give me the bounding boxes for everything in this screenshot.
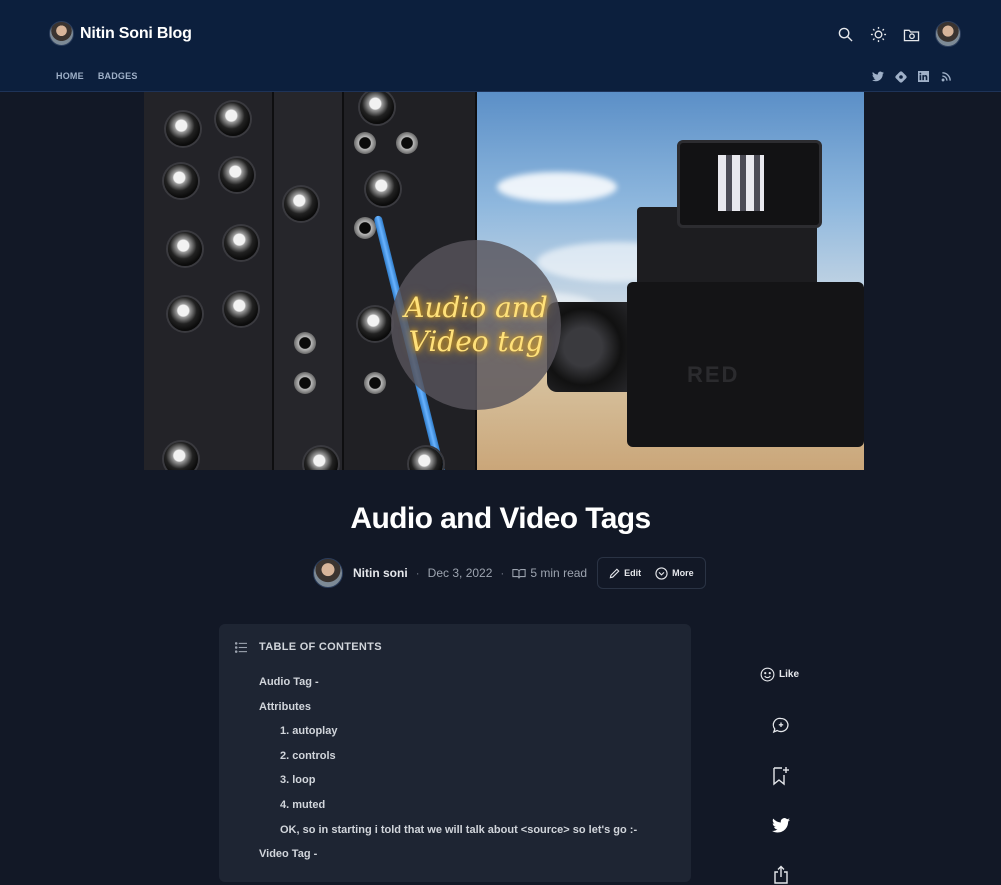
toc-item[interactable]: 2. controls — [259, 744, 679, 769]
main-nav: HOME BADGES — [56, 71, 138, 81]
more-label: More — [672, 568, 694, 578]
nav-home[interactable]: HOME — [56, 71, 84, 81]
author-avatar[interactable] — [313, 558, 343, 588]
twitter-icon[interactable] — [871, 70, 884, 83]
book-icon — [512, 568, 527, 578]
cover-overlay-badge: Audio and Video tag — [391, 240, 561, 410]
toc-item[interactable]: 4. muted — [259, 793, 679, 818]
author-name[interactable]: Nitin soni — [353, 566, 408, 580]
search-icon[interactable] — [836, 25, 855, 44]
meta-separator: · — [500, 566, 505, 580]
bookmark-icon — [773, 767, 789, 786]
twitter-share-button[interactable] — [772, 818, 790, 833]
folder-camera-icon[interactable] — [902, 25, 921, 44]
table-of-contents: TABLE OF CONTENTS Audio Tag - Attributes… — [219, 624, 691, 882]
cover-image: RED Audio and Video tag — [144, 92, 864, 470]
nav-badges[interactable]: BADGES — [98, 71, 138, 81]
cover-overlay-text: Audio and Video tag — [404, 291, 548, 358]
edit-button[interactable]: Edit — [609, 568, 641, 579]
more-button[interactable]: More — [655, 566, 694, 580]
like-button[interactable]: Like — [760, 667, 799, 682]
meta-separator: · — [415, 566, 420, 580]
linkedin-icon[interactable] — [917, 70, 930, 83]
read-time-label: 5 min read — [530, 566, 588, 580]
camera-logo: RED — [687, 362, 740, 387]
brand-title: Nitin Soni Blog — [80, 24, 192, 42]
toc-list: Audio Tag - Attributes 1. autoplay 2. co… — [259, 670, 679, 867]
brand-link[interactable]: Nitin Soni Blog — [49, 21, 192, 46]
toc-item[interactable]: 1. autoplay — [259, 719, 679, 744]
twitter-share-icon — [772, 818, 790, 833]
share-button[interactable] — [773, 865, 789, 885]
toc-item[interactable]: 3. loop — [259, 768, 679, 793]
hashnode-icon[interactable] — [894, 70, 907, 83]
post-date: Dec 3, 2022 — [427, 566, 493, 580]
pencil-icon — [609, 568, 620, 578]
toc-item[interactable]: Video Tag - — [259, 842, 679, 867]
post-title: Audio and Video Tags — [350, 502, 651, 535]
toc-header: TABLE OF CONTENTS — [235, 641, 382, 653]
edit-label: Edit — [624, 568, 642, 578]
comment-button[interactable] — [772, 717, 790, 734]
site-header: Nitin Soni Blog HOME BADGES — [0, 0, 1001, 92]
share-icon — [774, 865, 788, 884]
user-avatar[interactable] — [935, 21, 961, 47]
social-links — [871, 70, 953, 83]
header-actions — [836, 21, 961, 47]
toc-item[interactable]: OK, so in starting i told that we will t… — [259, 818, 679, 843]
post-actions: Edit More — [597, 557, 706, 589]
like-icon — [760, 667, 775, 682]
chevron-circle-icon — [655, 566, 668, 580]
rss-icon[interactable] — [940, 70, 953, 83]
sun-icon[interactable] — [869, 25, 888, 44]
toc-item[interactable]: Audio Tag - — [259, 670, 679, 695]
post-meta: Nitin soni · Dec 3, 2022 · 5 min read Ed… — [313, 557, 706, 589]
like-label: Like — [779, 669, 800, 680]
brand-avatar — [49, 21, 74, 46]
comment-icon — [772, 717, 789, 734]
bookmark-button[interactable] — [772, 766, 790, 786]
toc-item[interactable]: Attributes — [259, 695, 679, 720]
list-icon — [235, 641, 247, 653]
toc-title: TABLE OF CONTENTS — [259, 641, 382, 653]
read-time: 5 min read — [512, 566, 587, 580]
